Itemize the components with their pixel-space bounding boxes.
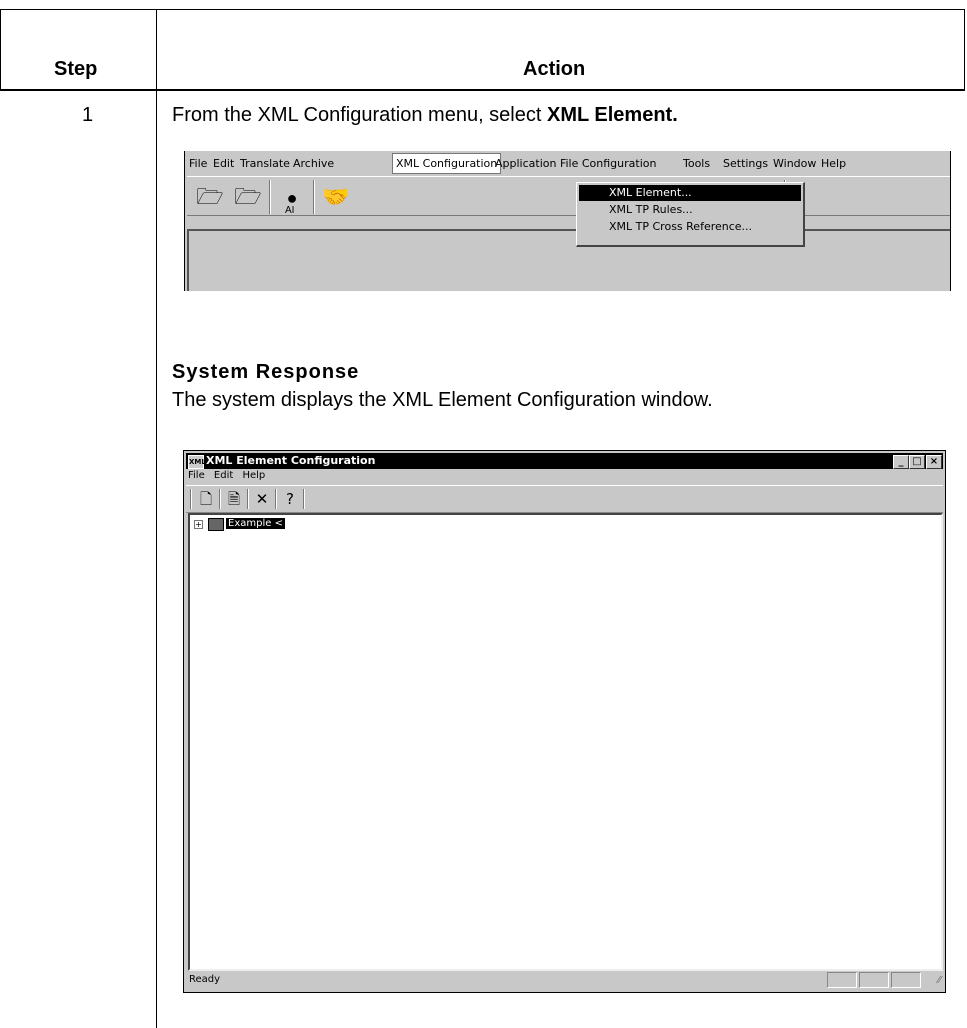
toolbar-separator: [269, 180, 271, 214]
window-toolbar: 🗋 🗎 ✕ ?: [186, 485, 943, 513]
system-response-title: System Response: [172, 361, 360, 383]
menu-window[interactable]: Window: [773, 157, 816, 170]
menubar: File Edit Translate Archive XML Configur…: [185, 151, 950, 175]
globe-ai-icon[interactable]: ● AI: [275, 181, 309, 216]
window-menubar: File Edit Help: [188, 470, 271, 484]
menu-file[interactable]: File: [189, 157, 207, 170]
instruction-text: From the XML Configuration menu, select: [172, 104, 547, 126]
menu-archive[interactable]: Archive: [293, 157, 334, 170]
delete-icon[interactable]: ✕: [252, 490, 272, 508]
toolbar-separator: [247, 489, 249, 509]
menu-settings[interactable]: Settings: [723, 157, 768, 170]
header-action: Action: [523, 58, 586, 80]
minimize-icon[interactable]: _: [893, 455, 909, 469]
status-panel: [859, 972, 889, 988]
step-number: 1: [82, 104, 94, 126]
header-step: Step: [54, 58, 98, 80]
menu-item-xml-tp-cross-reference[interactable]: XML TP Cross Reference...: [579, 219, 801, 235]
toolbar-separator: [275, 489, 277, 509]
toolbar: 🗁 🗁 ● AI 🤝: [187, 176, 950, 216]
menu-file[interactable]: File: [188, 470, 205, 481]
status-panel: [891, 972, 921, 988]
table-left-border: [0, 9, 1, 89]
table-column-divider: [156, 9, 157, 1028]
toolbar-separator: [219, 489, 221, 509]
window-title: XML Element Configuration: [206, 454, 376, 467]
menu-translate[interactable]: Translate: [240, 157, 290, 170]
ai-label: AI: [285, 205, 295, 216]
menu-edit[interactable]: Edit: [213, 157, 234, 170]
status-text: Ready: [189, 974, 221, 985]
tree-node-label[interactable]: Example <: [226, 518, 285, 529]
toolbar-separator: [303, 489, 305, 509]
menu-edit[interactable]: Edit: [214, 470, 233, 481]
handshake-icon[interactable]: 🤝: [319, 181, 353, 213]
step-instruction: From the XML Configuration menu, select …: [172, 104, 678, 127]
table-top-border: [0, 9, 965, 10]
menu-help[interactable]: Help: [821, 157, 846, 170]
menu-item-xml-element[interactable]: XML Element...: [579, 185, 801, 201]
instruction-bold: XML Element.: [546, 104, 678, 126]
workspace-area: [187, 229, 950, 291]
toolbar-separator: [313, 180, 315, 214]
document-icon[interactable]: 🗎: [224, 490, 244, 508]
tree-view[interactable]: + Example <: [188, 513, 943, 971]
status-panel: [827, 972, 857, 988]
menu-item-xml-tp-rules[interactable]: XML TP Rules...: [579, 202, 801, 218]
xml-configuration-dropdown: XML Element... XML TP Rules... XML TP Cr…: [576, 182, 805, 247]
new-document-icon[interactable]: 🗋: [196, 490, 216, 508]
expand-icon[interactable]: +: [194, 520, 203, 529]
menu-application-file-configuration[interactable]: Application File Configuration: [495, 157, 656, 170]
toolbar-separator: [190, 489, 192, 509]
table-right-border: [964, 9, 965, 89]
resize-grip-icon[interactable]: ⁄⁄: [938, 975, 941, 986]
menu-tools[interactable]: Tools: [683, 157, 710, 170]
open-folder-icon[interactable]: 🗁: [231, 181, 265, 213]
xml-element-configuration-window: XML XML Element Configuration _ □ × File…: [183, 450, 946, 993]
title-bar: XML XML Element Configuration _ □ ×: [186, 453, 943, 469]
system-response-text: The system displays the XML Element Conf…: [172, 389, 713, 411]
menu-help[interactable]: Help: [242, 470, 265, 481]
maximize-icon[interactable]: □: [909, 455, 925, 469]
app-icon: XML: [188, 455, 206, 469]
header-divider: [0, 89, 965, 91]
status-bar: Ready ⁄⁄: [186, 971, 943, 989]
help-icon[interactable]: ?: [280, 490, 300, 508]
folder-icon: [208, 518, 224, 531]
menu-screenshot: File Edit Translate Archive XML Configur…: [184, 151, 951, 291]
close-icon[interactable]: ×: [926, 455, 942, 469]
open-folder-icon[interactable]: 🗁: [193, 181, 227, 213]
menu-xml-configuration[interactable]: XML Configuration: [392, 153, 502, 174]
